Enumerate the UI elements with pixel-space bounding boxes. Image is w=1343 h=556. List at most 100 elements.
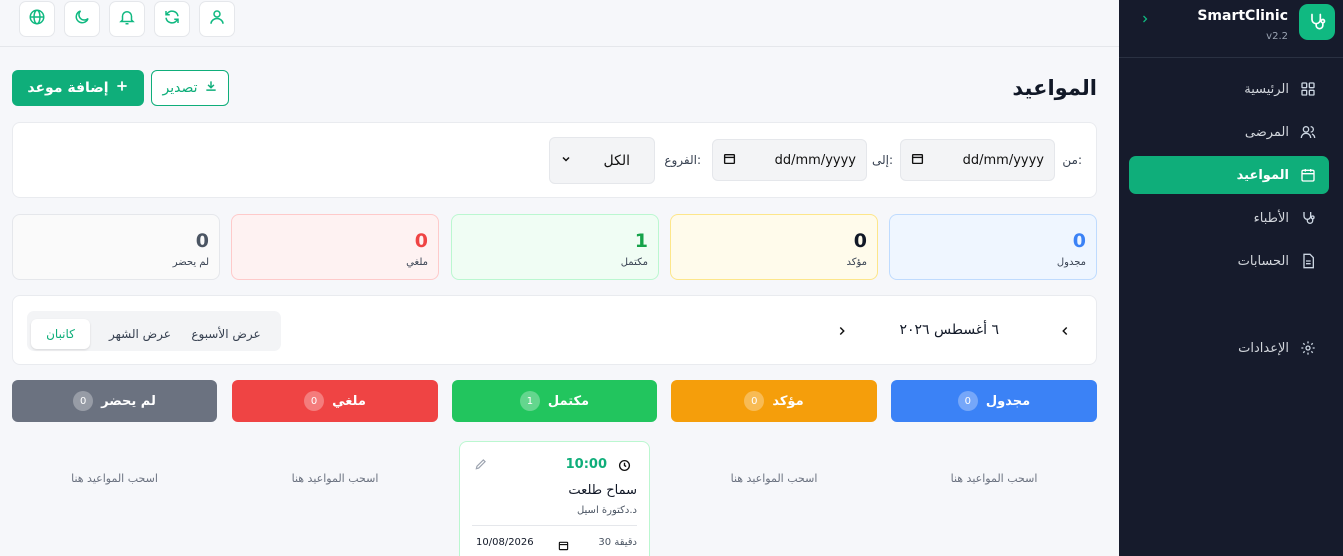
column-count-badge: 0: [744, 391, 765, 411]
bell-icon: [118, 8, 136, 30]
sidebar: SmartClinic v2.2 الرئيسية المرضى المواعي…: [1119, 0, 1343, 556]
column-count-badge: 0: [73, 391, 94, 411]
stat-card-cancelled: 0 ملغي: [231, 214, 439, 280]
top-bar: [0, 0, 1119, 47]
tab-week-view[interactable]: عرض الأسبوع: [185, 319, 267, 349]
filters-card: من: dd/mm/yyyy إلى: dd/mm/yyyy الفروع: ا…: [12, 122, 1097, 198]
export-button[interactable]: تصدير: [151, 70, 229, 106]
branch-select-value: الكل: [603, 152, 631, 169]
stat-value: 0: [853, 230, 867, 252]
sidebar-item-doctors[interactable]: الأطباء: [1129, 199, 1329, 237]
appointment-date: 10/08/2026: [476, 537, 534, 548]
next-period-button[interactable]: [835, 323, 849, 342]
sidebar-item-label: الرئيسية: [1244, 81, 1289, 97]
chevron-left-icon: [1058, 323, 1072, 342]
dashboard-icon: [1299, 80, 1317, 98]
sidebar-item-home[interactable]: الرئيسية: [1129, 70, 1329, 108]
refresh-icon: [163, 8, 181, 30]
sidebar-item-label: الحسابات: [1237, 253, 1289, 269]
stat-value: 0: [414, 230, 428, 252]
user-icon: [208, 8, 226, 30]
column-count-badge: 1: [519, 391, 540, 411]
page-title: المواعيد: [1012, 76, 1097, 100]
stat-card-completed: 1 مكتمل: [451, 214, 659, 280]
column-title: لم يحضر: [101, 393, 156, 409]
appointment-duration: 30 دقيقة: [598, 537, 637, 548]
stat-label: مكتمل: [620, 257, 648, 268]
sidebar-item-label: الأطباء: [1253, 210, 1289, 226]
column-header-completed: 1 مكتمل: [452, 380, 657, 422]
refresh-button[interactable]: [154, 1, 190, 37]
stethoscope-logo-icon: [1299, 4, 1335, 40]
column-header-scheduled: 0 مجدول: [891, 380, 1097, 422]
sidebar-item-appointments[interactable]: المواعيد: [1129, 156, 1329, 194]
stat-card-no-show: 0 لم يحضر: [12, 214, 220, 280]
doctor-name: د.دكتورة اسيل: [576, 505, 637, 516]
column-header-no-show: 0 لم يحضر: [12, 380, 217, 422]
plus-icon: [115, 79, 129, 97]
appointment-time: 10:00: [565, 457, 607, 472]
to-date-value: dd/mm/yyyy: [774, 152, 856, 168]
prev-period-button[interactable]: [1058, 323, 1072, 342]
theme-toggle-button[interactable]: [64, 1, 100, 37]
sidebar-item-accounts[interactable]: الحسابات: [1129, 242, 1329, 280]
branch-label: الفروع:: [664, 153, 701, 167]
drop-zone-cancelled[interactable]: اسحب المواعيد هنا: [232, 472, 438, 485]
sidebar-item-patients[interactable]: المرضى: [1129, 113, 1329, 151]
download-icon: [204, 79, 218, 97]
column-count-badge: 0: [957, 391, 978, 411]
column-count-badge: 0: [304, 391, 325, 411]
from-date-input[interactable]: dd/mm/yyyy: [900, 139, 1055, 181]
collapse-chevron-icon[interactable]: [1139, 13, 1151, 29]
language-button[interactable]: [19, 1, 55, 37]
from-date-value: dd/mm/yyyy: [962, 152, 1044, 168]
brand-header: SmartClinic v2.2: [1119, 0, 1343, 58]
stat-label: مؤكد: [846, 257, 867, 268]
user-button[interactable]: [199, 1, 235, 37]
column-title: ملغي: [332, 393, 366, 409]
column-title: مؤكد: [772, 393, 804, 409]
stat-label: ملغي: [406, 257, 428, 268]
stat-card-scheduled: 0 مجدول: [889, 214, 1097, 280]
drop-zone-no-show[interactable]: اسحب المواعيد هنا: [12, 472, 217, 485]
pencil-icon: [474, 456, 488, 475]
calendar-nav-card: ٦ أغسطس ٢٠٢٦ عرض الأسبوع عرض الشهر كانبا…: [12, 295, 1097, 365]
tab-month-view[interactable]: عرض الشهر: [99, 319, 181, 349]
stat-label: لم يحضر: [172, 257, 209, 268]
sidebar-item-label: المواعيد: [1236, 167, 1289, 183]
to-date-input[interactable]: dd/mm/yyyy: [712, 139, 867, 181]
sidebar-item-settings[interactable]: الإعدادات: [1129, 329, 1329, 367]
column-title: مكتمل: [547, 393, 590, 409]
appointment-card[interactable]: 10:00 سماح طلعت د.دكتورة اسيل 30 دقيقة 1…: [459, 441, 650, 556]
chevron-right-icon: [835, 323, 849, 342]
column-header-confirmed: 0 مؤكد: [671, 380, 877, 422]
notifications-button[interactable]: [109, 1, 145, 37]
edit-appointment-button[interactable]: [474, 456, 488, 475]
brand-name: SmartClinic: [1197, 8, 1288, 24]
calendar-small-icon: [558, 536, 569, 555]
column-title: مجدول: [985, 393, 1031, 409]
add-appointment-button[interactable]: إضافة موعد: [12, 70, 144, 106]
from-label: من:: [1062, 153, 1082, 167]
branch-select[interactable]: الكل: [549, 137, 655, 184]
globe-icon: [28, 8, 46, 30]
tab-kanban-view[interactable]: كانبان: [31, 319, 90, 349]
view-switcher: عرض الأسبوع عرض الشهر كانبان: [27, 311, 281, 351]
current-date-label: ٦ أغسطس ٢٠٢٦: [899, 322, 999, 338]
drop-zone-confirmed[interactable]: اسحب المواعيد هنا: [671, 472, 877, 485]
stat-value: 1: [634, 230, 648, 252]
stat-value: 0: [1072, 230, 1086, 252]
sidebar-item-label: المرضى: [1244, 124, 1289, 140]
brand-version: v2.2: [1266, 31, 1288, 42]
to-label: إلى:: [871, 153, 893, 167]
calendar-picker-icon[interactable]: [723, 152, 736, 169]
gear-icon: [1299, 339, 1317, 357]
drop-zone-scheduled[interactable]: اسحب المواعيد هنا: [891, 472, 1097, 485]
calendar-icon: [1299, 166, 1317, 184]
moon-icon: [73, 8, 91, 30]
calendar-picker-icon[interactable]: [911, 152, 924, 169]
clock-icon: [618, 457, 631, 476]
column-header-cancelled: 0 ملغي: [232, 380, 438, 422]
sidebar-item-label: الإعدادات: [1238, 340, 1289, 356]
stat-label: مجدول: [1056, 257, 1086, 268]
